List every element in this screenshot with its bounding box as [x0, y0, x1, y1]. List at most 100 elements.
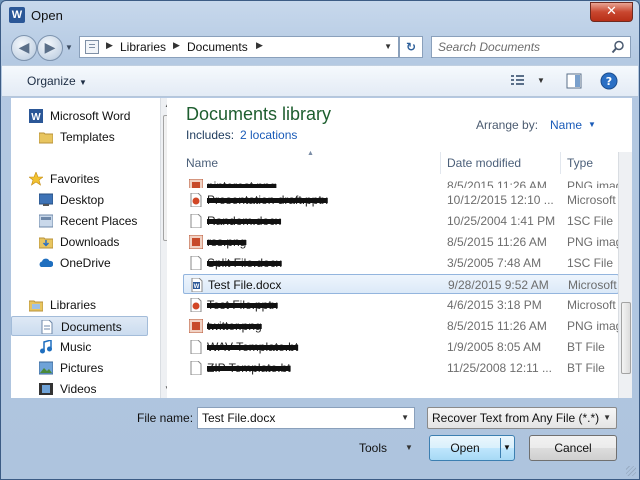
column-header-date[interactable]: Date modified: [447, 152, 561, 174]
sidebar-item-onedrive[interactable]: OneDrive: [11, 253, 148, 273]
sidebar-item-templates[interactable]: Templates: [11, 127, 148, 147]
onedrive-icon: [39, 258, 53, 267]
title-bar[interactable]: W Open ✕: [1, 1, 639, 31]
file-row[interactable]: ZIP Template.bt 11/25/2008 12:11 ... BT …: [183, 358, 619, 378]
desktop-icon: [39, 193, 53, 206]
open-button[interactable]: Open ▼: [429, 435, 515, 461]
file-row-selected[interactable]: W Test File.docx 9/28/2015 9:52 AM Micro…: [183, 274, 619, 294]
file-row[interactable]: Random.docx 10/25/2004 1:41 PM 1SC File: [183, 211, 619, 231]
chevron-down-icon: ▼: [603, 413, 611, 422]
png-file-icon: [189, 235, 203, 249]
file-row[interactable]: WAV Template.bt 1/9/2005 8:05 AM BT File: [183, 337, 619, 357]
file-type: PNG image: [567, 319, 619, 333]
file-date: 11/25/2008 12:11 ...: [447, 361, 552, 375]
chevron-down-icon[interactable]: ▼: [401, 413, 409, 422]
open-dialog: W Open ✕ ◀ ▶ ▼ ▶ Libraries ▶ Documents ▶…: [0, 0, 640, 480]
sidebar-item-downloads[interactable]: Downloads: [11, 232, 148, 252]
file-name-input[interactable]: [198, 408, 394, 428]
change-view-icon[interactable]: [510, 73, 526, 87]
blank-file-icon: [190, 340, 202, 354]
file-type: Microsoft: [567, 298, 616, 312]
music-icon: [40, 340, 52, 354]
svg-text:W: W: [194, 284, 200, 290]
arrange-by-label: Arrange by:: [476, 118, 539, 132]
file-row[interactable]: pinterest.png 8/5/2015 11:26 AM PNG imag…: [183, 176, 619, 188]
close-button[interactable]: ✕: [590, 2, 633, 22]
word-app-icon: W: [9, 7, 25, 23]
file-date: 8/5/2015 11:26 AM: [447, 319, 547, 333]
back-button[interactable]: ◀: [11, 35, 37, 61]
file-type: BT File: [567, 340, 605, 354]
file-row[interactable]: rss.png 8/5/2015 11:26 AM PNG image: [183, 232, 619, 252]
file-row[interactable]: twitter.png 8/5/2015 11:26 AM PNG image: [183, 316, 619, 336]
recent-locations-dropdown-icon[interactable]: ▼: [65, 43, 73, 52]
preview-pane-icon[interactable]: [566, 73, 582, 89]
file-name: Split File.docx: [207, 256, 282, 270]
file-date: 10/25/2004 1:41 PM: [447, 214, 556, 228]
sidebar-item-favorites[interactable]: Favorites: [11, 169, 148, 189]
file-row[interactable]: Presentation draft.pptx 10/12/2015 12:10…: [183, 190, 619, 210]
chevron-right-icon[interactable]: ▶: [256, 40, 263, 51]
word-icon: W: [29, 109, 43, 123]
sidebar-item-music[interactable]: Music: [11, 337, 148, 357]
chevron-right-icon[interactable]: ▶: [106, 40, 113, 51]
resize-grip[interactable]: [626, 466, 636, 476]
svg-text:?: ?: [606, 75, 612, 88]
open-options-dropdown-icon[interactable]: ▼: [503, 443, 511, 452]
forward-button[interactable]: ▶: [37, 35, 63, 61]
view-options-dropdown-icon[interactable]: ▼: [537, 76, 545, 85]
file-type: PNG image: [567, 235, 619, 249]
refresh-button[interactable]: ↻: [399, 36, 423, 58]
chevron-right-icon[interactable]: ▶: [173, 40, 180, 51]
tools-button[interactable]: Tools: [359, 441, 387, 455]
address-bar[interactable]: ▶ Libraries ▶ Documents ▶ ▼: [79, 36, 399, 58]
chevron-down-icon[interactable]: ▼: [405, 443, 413, 452]
sidebar-item-videos[interactable]: Videos: [11, 379, 148, 399]
png-file-icon: [189, 319, 203, 333]
file-type: PNG image: [567, 179, 619, 188]
file-type-select[interactable]: Recover Text from Any File (*.*) ▼: [427, 407, 617, 429]
file-date: 1/9/2005 8:05 AM: [447, 340, 542, 354]
search-icon[interactable]: [611, 40, 625, 54]
png-file-icon: [189, 179, 203, 188]
sidebar-item-label: Documents: [61, 320, 122, 334]
sidebar-item-label: Templates: [60, 130, 115, 144]
file-name: Random.docx: [207, 214, 282, 228]
address-history-dropdown-icon[interactable]: ▼: [384, 42, 392, 51]
breadcrumb-libraries[interactable]: Libraries: [120, 40, 166, 54]
sidebar-item-label: Libraries: [50, 298, 97, 312]
recent-places-icon: [39, 214, 53, 228]
folder-icon: [39, 132, 53, 144]
organize-button[interactable]: Organize ▼: [27, 74, 87, 88]
breadcrumb-documents[interactable]: Documents: [187, 40, 248, 54]
scrollbar-thumb[interactable]: [621, 302, 631, 374]
sidebar-item-pictures[interactable]: Pictures: [11, 358, 148, 378]
libraries-location-icon: [85, 40, 99, 54]
file-name-combobox[interactable]: ▼: [197, 407, 415, 429]
sidebar-item-libraries[interactable]: Libraries: [11, 295, 148, 315]
file-row[interactable]: Split File.docx 3/5/2005 7:48 AM 1SC Fil…: [183, 253, 619, 273]
search-box[interactable]: [431, 36, 631, 58]
sidebar-item-documents[interactable]: Documents: [11, 316, 148, 336]
chevron-down-icon[interactable]: ▼: [588, 120, 596, 129]
videos-icon: [39, 383, 53, 395]
sidebar-item-recent-places[interactable]: Recent Places: [11, 211, 148, 231]
column-header-name[interactable]: Name: [186, 152, 441, 174]
cancel-button[interactable]: Cancel: [529, 435, 617, 461]
window-title: Open: [31, 8, 63, 23]
file-row[interactable]: Test File.pptx 4/6/2015 3:18 PM Microsof…: [183, 295, 619, 315]
file-name: twitter.png: [207, 319, 262, 333]
open-label: Open: [450, 441, 480, 455]
arrange-by-dropdown[interactable]: Name: [550, 118, 582, 132]
search-input[interactable]: [432, 37, 608, 57]
file-list-scrollbar[interactable]: [618, 152, 632, 398]
column-header-type[interactable]: Type: [567, 152, 617, 174]
file-type: BT File: [567, 361, 605, 375]
sidebar-item-microsoft-word[interactable]: W Microsoft Word: [11, 106, 148, 126]
sidebar-item-desktop[interactable]: Desktop: [11, 190, 148, 210]
chevron-down-icon: ▼: [79, 78, 87, 87]
file-type: Microsoft: [568, 278, 617, 292]
sidebar-item-label: Music: [60, 340, 92, 354]
locations-link[interactable]: 2 locations: [240, 128, 297, 142]
help-icon[interactable]: ?: [600, 72, 618, 90]
